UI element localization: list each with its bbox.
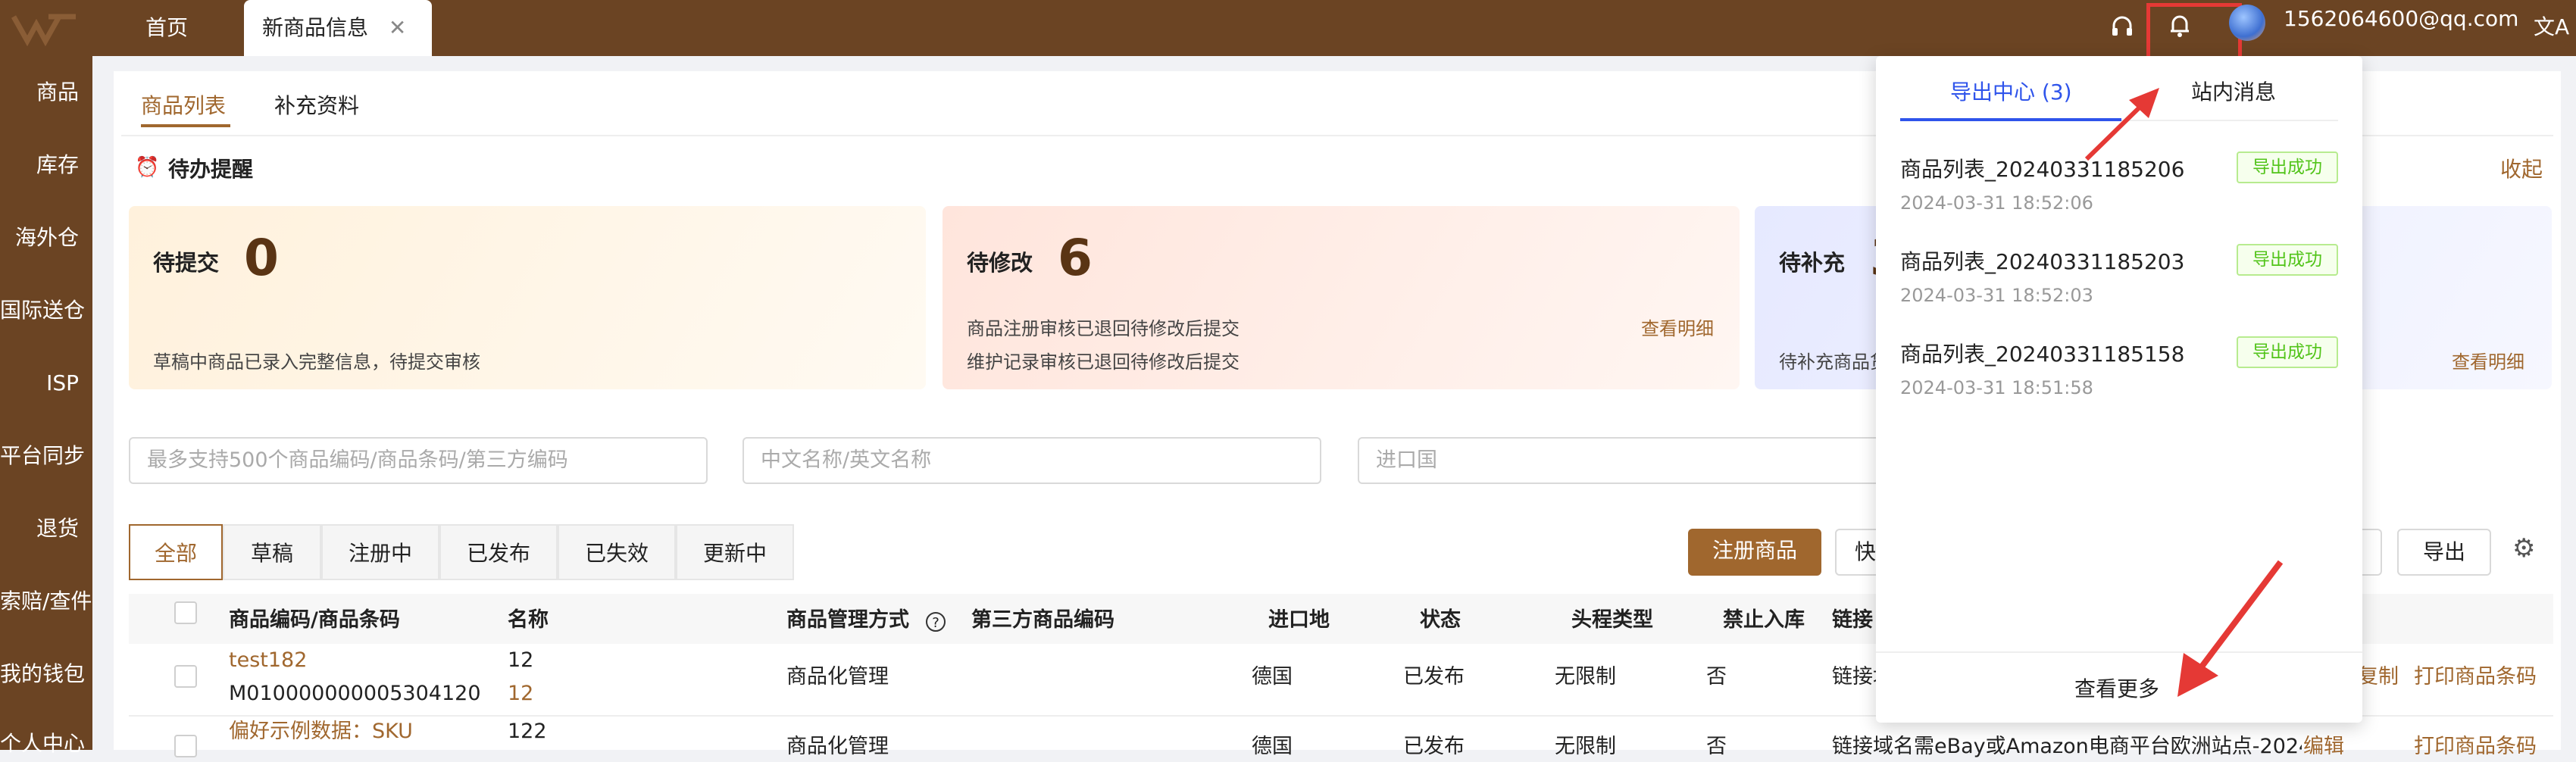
view-more-link[interactable]: 查看更多 bbox=[2074, 673, 2159, 703]
status-tab-updating[interactable]: 更新中 bbox=[676, 524, 794, 580]
collapse-link[interactable]: 收起 bbox=[2500, 153, 2543, 183]
tab-site-messages[interactable]: 站内消息 bbox=[2191, 76, 2276, 106]
export-time: 2024-03-31 18:51:58 bbox=[1900, 377, 2093, 398]
sidebar-item-returns[interactable]: 退货 bbox=[0, 514, 92, 544]
tab-new-product-info[interactable]: 新商品信息 ✕ bbox=[244, 0, 432, 56]
sidebar-item-goods[interactable]: 商品 bbox=[0, 77, 92, 108]
print-barcode-link[interactable]: 打印商品条码 bbox=[2414, 662, 2537, 692]
print-barcode-link[interactable]: 打印商品条码 bbox=[2414, 732, 2537, 762]
row-checkbox[interactable] bbox=[174, 735, 197, 757]
col-origin: 进口地 bbox=[1268, 608, 1330, 632]
card-desc: 维护记录审核已退回待修改后提交 bbox=[967, 351, 1240, 373]
help-icon[interactable]: ? bbox=[926, 612, 946, 632]
col-link: 链接 bbox=[1832, 608, 1873, 632]
annotation-arrow-up bbox=[2084, 88, 2159, 161]
tab-export-center[interactable]: 导出中心 (3) bbox=[1950, 76, 2072, 106]
status: 已发布 bbox=[1403, 735, 1465, 758]
head-type: 无限制 bbox=[1555, 665, 1616, 689]
status-tab-published[interactable]: 已发布 bbox=[439, 524, 558, 580]
manage-mode: 商品化管理 bbox=[786, 665, 889, 689]
status-tab-all[interactable]: 全部 bbox=[129, 524, 223, 580]
col-status: 状态 bbox=[1420, 608, 1461, 632]
row-checkbox[interactable] bbox=[174, 665, 197, 688]
card-count: 0 bbox=[244, 229, 279, 287]
export-status-badge: 导出成功 bbox=[2237, 336, 2338, 368]
head-type: 无限制 bbox=[1555, 735, 1616, 758]
export-status-badge: 导出成功 bbox=[2237, 151, 2338, 183]
headset-icon[interactable] bbox=[2109, 14, 2135, 42]
product-name: 122 bbox=[508, 720, 547, 743]
link-cell: 链接域名需eBay或Amazon电商平台欧洲站点-2024 bbox=[1832, 735, 2302, 758]
brand-logo[interactable] bbox=[11, 11, 79, 47]
country-select[interactable]: 进口国 bbox=[1358, 437, 1937, 484]
card-label: 待修改 bbox=[967, 250, 1033, 276]
export-file-name[interactable]: 商品列表_20240331185203 bbox=[1900, 245, 2184, 276]
sidebar-item-international-shipping[interactable]: 国际送仓 bbox=[0, 295, 92, 326]
close-icon[interactable]: ✕ bbox=[389, 15, 406, 40]
origin: 德国 bbox=[1252, 735, 1293, 758]
todo-title: 待办提醒 bbox=[168, 157, 254, 182]
card-desc: 待补充商品货 bbox=[1779, 351, 1888, 373]
card-desc: 草稿中商品已录入完整信息，待提交审核 bbox=[153, 351, 480, 373]
code-search-input[interactable]: 最多支持500个商品编码/商品条码/第三方编码 bbox=[129, 437, 708, 484]
view-detail-link[interactable]: 查看明细 bbox=[1641, 314, 1714, 340]
export-status-badge: 导出成功 bbox=[2237, 244, 2338, 276]
product-name: 12 bbox=[508, 648, 534, 672]
card-label: 待补充 bbox=[1779, 250, 1846, 276]
view-detail-link[interactable]: 查看明细 bbox=[2452, 347, 2524, 373]
manage-mode: 商品化管理 bbox=[786, 735, 889, 758]
sidebar-item-platform-sync[interactable]: 平台同步 bbox=[0, 441, 92, 471]
subtab-product-list[interactable]: 商品列表 bbox=[141, 89, 226, 120]
product-code-link[interactable]: test182 bbox=[229, 645, 307, 676]
input-edge bbox=[2362, 529, 2382, 576]
sidebar-item-profile[interactable]: 个人中心 bbox=[0, 729, 92, 759]
status: 已发布 bbox=[1403, 665, 1465, 689]
export-time: 2024-03-31 18:52:03 bbox=[1900, 285, 2093, 306]
copy-link[interactable]: 复制 bbox=[2358, 662, 2399, 692]
card-count: 6 bbox=[1058, 229, 1093, 287]
status-tab-draft[interactable]: 草稿 bbox=[223, 524, 321, 580]
status-tab-registering[interactable]: 注册中 bbox=[321, 524, 439, 580]
avatar[interactable] bbox=[2229, 5, 2265, 41]
settings-icon[interactable]: ⚙ bbox=[2512, 533, 2535, 564]
product-code-link[interactable]: 偏好示例数据：SKU bbox=[229, 717, 413, 747]
card-label: 待提交 bbox=[153, 250, 220, 276]
tab-label: 新商品信息 bbox=[262, 15, 369, 40]
translate-icon[interactable]: 文A bbox=[2534, 11, 2569, 41]
status-tab-expired[interactable]: 已失效 bbox=[558, 524, 676, 580]
export-time: 2024-03-31 18:52:06 bbox=[1900, 192, 2093, 214]
user-email[interactable]: 1562064600@qq.com bbox=[2284, 6, 2518, 31]
sidebar-item-wallet[interactable]: 我的钱包 bbox=[0, 659, 92, 689]
tab-home[interactable]: 首页 bbox=[145, 0, 188, 56]
export-file-name[interactable]: 商品列表_20240331185158 bbox=[1900, 338, 2184, 368]
col-name: 名称 bbox=[508, 608, 549, 632]
forbid-inbound: 否 bbox=[1706, 735, 1727, 758]
col-mode: 商品管理方式 bbox=[786, 608, 909, 632]
sidebar-item-isp[interactable]: ISP bbox=[0, 368, 92, 398]
register-product-button[interactable]: 注册商品 bbox=[1688, 529, 1821, 576]
forbid-inbound: 否 bbox=[1706, 665, 1727, 689]
card-desc: 商品注册审核已退回待修改后提交 bbox=[967, 318, 1240, 339]
name-search-input[interactable]: 中文名称/英文名称 bbox=[742, 437, 1321, 484]
col-forbid: 禁止入库 bbox=[1723, 608, 1805, 632]
alarm-icon: ⏰ bbox=[135, 156, 160, 179]
card-pending-submit[interactable]: 待提交 0 草稿中商品已录入完整信息，待提交审核 bbox=[129, 206, 926, 389]
subtab-underline bbox=[141, 124, 230, 127]
subtab-supplement[interactable]: 补充资料 bbox=[274, 89, 359, 120]
edit-link[interactable]: 编辑 bbox=[2303, 732, 2344, 762]
annotation-arrow-down bbox=[2177, 560, 2284, 697]
origin: 德国 bbox=[1252, 665, 1293, 689]
col-third-party-code: 第三方商品编码 bbox=[971, 608, 1114, 632]
sidebar-item-inventory[interactable]: 库存 bbox=[0, 150, 92, 180]
sidebar-item-overseas-warehouse[interactable]: 海外仓 bbox=[0, 223, 92, 253]
sidebar-item-claims[interactable]: 索赔/查件 bbox=[0, 586, 92, 617]
col-code: 商品编码/商品条码 bbox=[229, 608, 400, 632]
product-barcode: M010000000005304120 bbox=[229, 682, 481, 705]
export-button[interactable]: 导出 bbox=[2397, 529, 2491, 576]
col-head-type: 头程类型 bbox=[1571, 608, 1653, 632]
card-pending-modify[interactable]: 待修改 6 商品注册审核已退回待修改后提交 维护记录审核已退回待修改后提交 查看… bbox=[943, 206, 1740, 389]
product-name-alt: 12 bbox=[508, 682, 534, 705]
select-all-checkbox[interactable] bbox=[174, 601, 197, 624]
